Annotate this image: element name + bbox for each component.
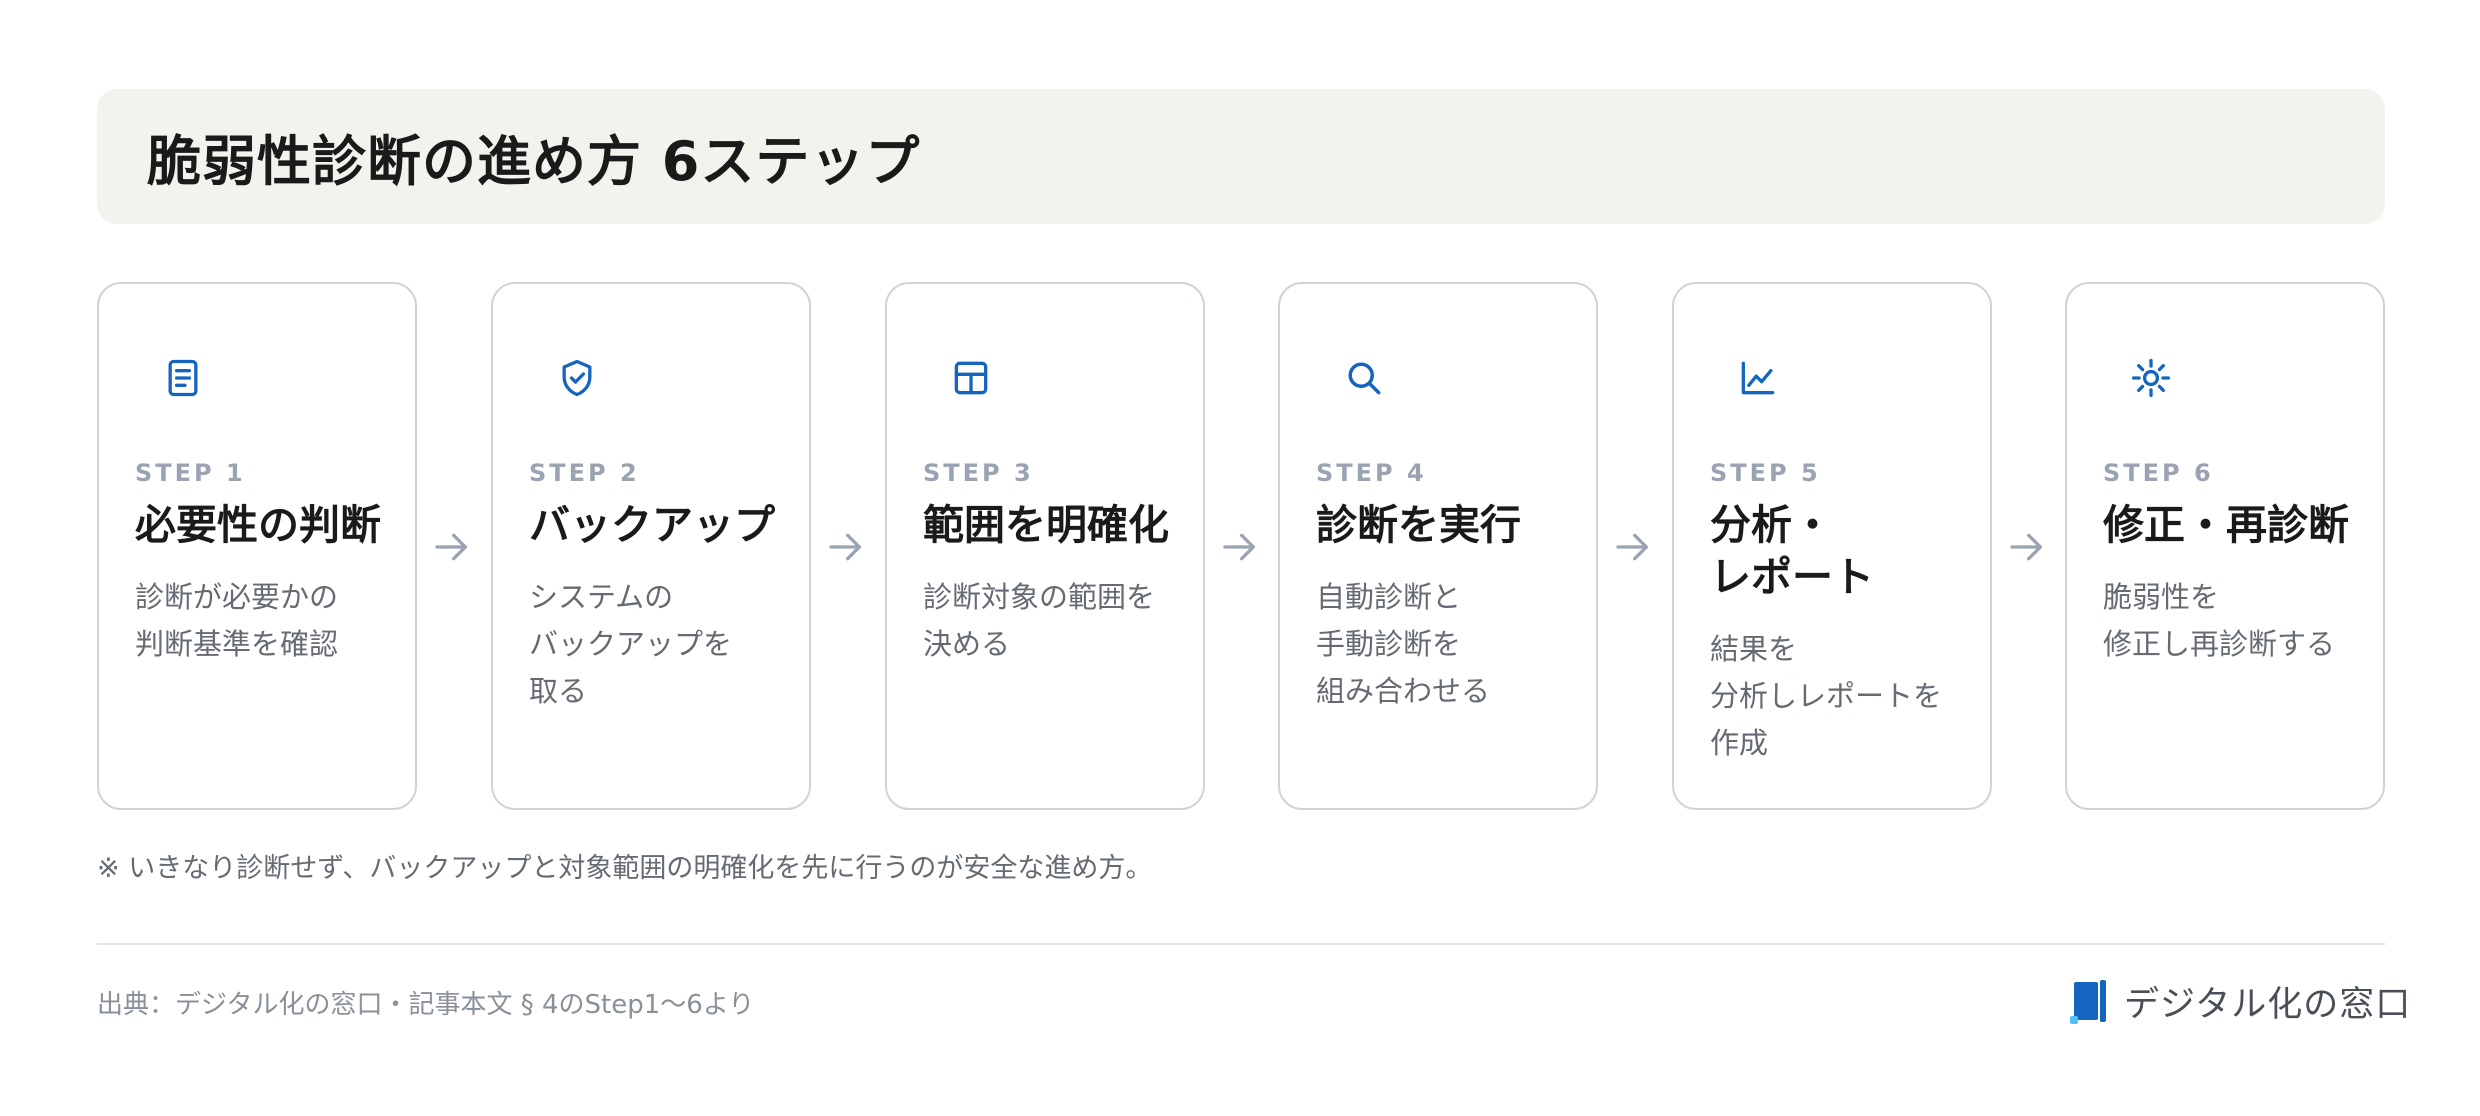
- document-icon: [159, 354, 207, 402]
- sun-gear-icon: [2127, 354, 2175, 402]
- step-card-5: STEP 5 分析・ レポート 結果を 分析しレポートを 作成: [1672, 282, 1992, 810]
- book-logo-icon: [2068, 978, 2112, 1026]
- step-title: 診断を実行: [1316, 501, 1521, 549]
- footnote: ※ いきなり診断せず、バックアップと対象範囲の明確化を先に行うのが安全な進め方。: [97, 853, 1153, 884]
- arrow-right-icon: [1611, 522, 1655, 572]
- divider: [97, 943, 2385, 945]
- step-title: 必要性の判断: [135, 501, 381, 549]
- step-card-2: STEP 2 バックアップ システムの バックアップを 取る: [491, 282, 811, 810]
- shield-check-icon: [553, 354, 601, 402]
- step-number: STEP 6: [2103, 459, 2214, 487]
- brand-logo: デジタル化の窓口: [2068, 976, 2411, 1027]
- brand-name: デジタル化の窓口: [2124, 985, 2412, 1025]
- line-chart-icon: [1734, 354, 1782, 402]
- step-card-4: STEP 4 診断を実行 自動診断と 手動診断を 組み合わせる: [1278, 282, 1598, 810]
- page-title: 脆弱性診断の進め方 6ステップ: [147, 130, 921, 193]
- step-description: システムの バックアップを 取る: [529, 580, 733, 708]
- step-number: STEP 3: [923, 459, 1034, 487]
- step-title: バックアップ: [529, 501, 775, 549]
- arrow-right-icon: [2005, 522, 2049, 572]
- steps-flow: STEP 1 必要性の判断 診断が必要かの 判断基準を確認 STEP 2 バック…: [97, 282, 2385, 810]
- title-banner: 脆弱性診断の進め方 6ステップ: [97, 89, 2385, 224]
- step-title: 分析・ レポート: [1710, 501, 1874, 601]
- step-card-6: STEP 6 修正・再診断 脆弱性を 修正し再診断する: [2065, 282, 2385, 810]
- step-number: STEP 5: [1710, 459, 1821, 487]
- step-card-3: STEP 3 範囲を明確化 診断対象の範囲を 決める: [885, 282, 1205, 810]
- search-icon: [1340, 354, 1388, 402]
- step-description: 診断が必要かの 判断基準を確認: [135, 580, 339, 661]
- step-number: STEP 2: [529, 459, 640, 487]
- step-card-1: STEP 1 必要性の判断 診断が必要かの 判断基準を確認: [97, 282, 417, 810]
- step-description: 結果を 分析しレポートを 作成: [1710, 632, 1943, 760]
- layout-table-icon: [947, 354, 995, 402]
- step-description: 自動診断と 手動診断を 組み合わせる: [1316, 580, 1491, 708]
- step-description: 診断対象の範囲を 決める: [923, 580, 1156, 661]
- step-number: STEP 4: [1316, 459, 1427, 487]
- step-description: 脆弱性を 修正し再診断する: [2103, 580, 2336, 661]
- step-title: 修正・再診断: [2103, 501, 2349, 549]
- step-number: STEP 1: [135, 459, 246, 487]
- source-citation: 出典：デジタル化の窓口・記事本文 § 4のStep1〜6より: [97, 990, 755, 1020]
- arrow-right-icon: [430, 522, 474, 572]
- arrow-right-icon: [1218, 522, 1262, 572]
- arrow-right-icon: [824, 522, 868, 572]
- step-title: 範囲を明確化: [923, 501, 1169, 549]
